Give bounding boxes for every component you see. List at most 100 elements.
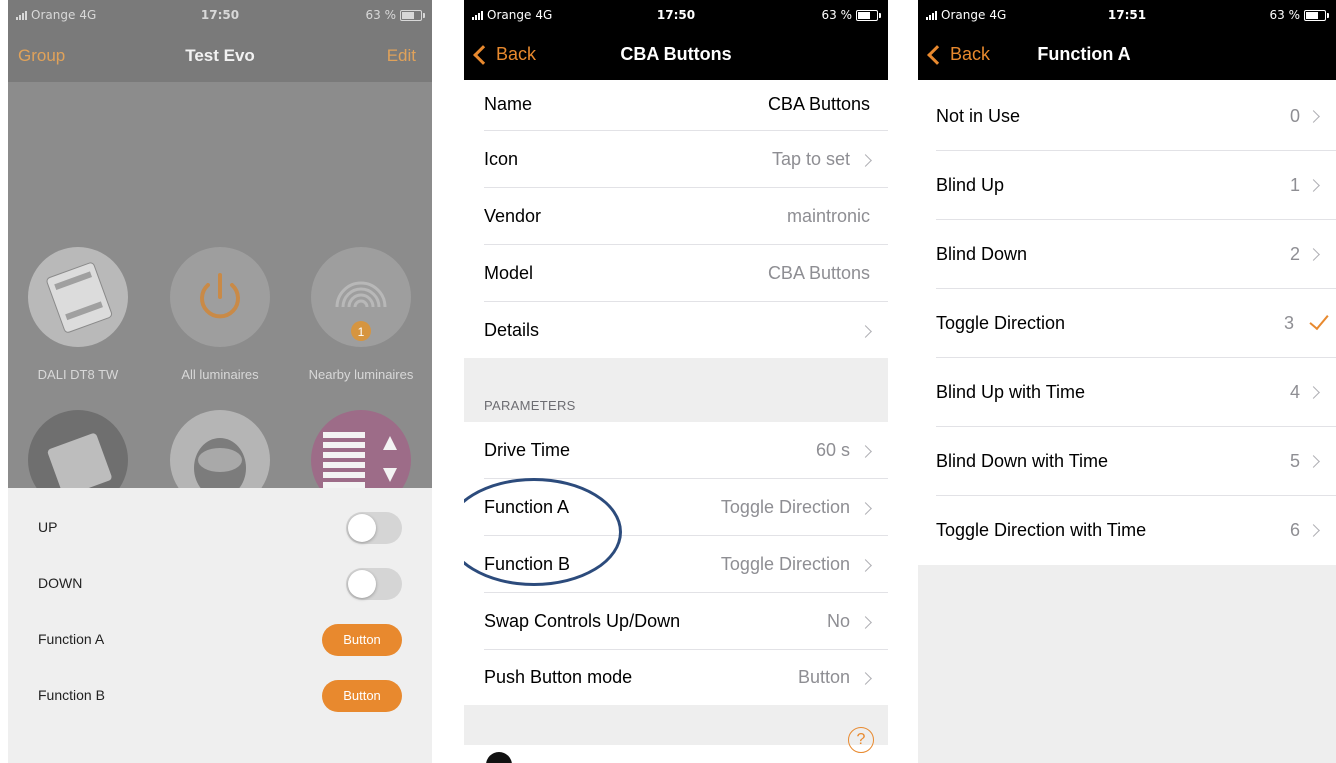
row-model: Model CBA Buttons	[464, 245, 888, 302]
swap-controls-key: Swap Controls Up/Down	[484, 611, 681, 631]
row-push-button-mode[interactable]: Push Button mode Button	[464, 650, 888, 705]
row-up-label: UP	[38, 519, 58, 535]
name-value: CBA Buttons	[767, 94, 870, 114]
group-button[interactable]: Group	[18, 46, 65, 66]
chevron-right-icon	[1307, 524, 1320, 537]
row-function-b: Function B Button	[8, 668, 432, 724]
option-row[interactable]: Blind Down 2	[918, 220, 1336, 289]
tile-dali-dt8-tw[interactable]	[28, 247, 128, 347]
option-value: 3	[1283, 313, 1294, 333]
status-bar: Orange 4G 17:50 63 %	[8, 0, 432, 32]
option-value: 2	[1289, 244, 1300, 264]
nav-bar: Function A Back	[918, 42, 1336, 72]
function-a-button[interactable]: Button	[322, 624, 402, 656]
model-key: Model	[484, 263, 534, 283]
option-label: Not in Use	[936, 106, 1021, 126]
tile-all-luminaires[interactable]	[170, 247, 270, 347]
screen-cba-buttons: Orange 4G 17:50 63 % CBA Buttons Back Na…	[464, 0, 888, 763]
option-row-selected[interactable]: Toggle Direction 3	[918, 289, 1336, 358]
nav-bar: Group Test Evo Edit	[8, 46, 432, 72]
section-band: PARAMETERS	[464, 358, 888, 422]
push-button-mode-value: Button	[797, 667, 850, 687]
dali-device-icon	[46, 262, 113, 333]
row-down-label: DOWN	[38, 575, 83, 591]
help-icon[interactable]: ?	[848, 727, 874, 753]
vendor-value: maintronic	[786, 206, 870, 226]
chevron-right-icon	[859, 672, 872, 685]
row-icon[interactable]: Icon Tap to set	[464, 131, 888, 188]
battery-percent: 63 %	[365, 8, 397, 22]
chevron-right-icon	[859, 325, 872, 338]
option-value: 6	[1289, 520, 1300, 540]
tile-label-all: All luminaires	[181, 367, 259, 382]
back-button[interactable]: Back	[472, 44, 536, 65]
edit-button[interactable]: Edit	[387, 46, 416, 66]
row-details[interactable]: Details	[464, 302, 888, 358]
chevron-right-icon	[859, 616, 872, 629]
row-function-b-label: Function B	[38, 687, 105, 703]
carrier-label: Orange	[941, 8, 986, 22]
vendor-key: Vendor	[484, 206, 542, 226]
signal-icon	[16, 10, 27, 20]
status-bar: Orange 4G 17:51 63 %	[918, 0, 1336, 32]
nearby-signal-icon: 1	[335, 281, 387, 341]
option-label: Blind Down with Time	[936, 451, 1109, 471]
function-b-value: Toggle Direction	[720, 554, 850, 574]
function-b-button[interactable]: Button	[322, 680, 402, 712]
chevron-left-icon	[927, 44, 947, 65]
carrier-label: Orange	[31, 8, 76, 22]
battery-icon	[856, 9, 881, 21]
footer-band	[464, 705, 888, 745]
row-drive-time[interactable]: Drive Time 60 s	[464, 422, 888, 479]
option-row[interactable]: Blind Down with Time 5	[918, 427, 1336, 496]
back-button[interactable]: Back	[926, 44, 990, 65]
option-row[interactable]: Not in Use 0	[918, 82, 1336, 151]
chevron-right-icon	[859, 502, 872, 515]
signal-icon	[926, 10, 937, 20]
chevron-left-icon	[473, 44, 493, 65]
option-row[interactable]: Toggle Direction with Time 6	[918, 496, 1336, 565]
chevron-right-icon	[859, 154, 872, 167]
up-toggle[interactable]	[346, 512, 402, 544]
chevron-right-icon	[1307, 179, 1320, 192]
row-function-a: Function A Button	[8, 612, 432, 668]
option-label: Toggle Direction	[936, 313, 1066, 333]
row-up: UP	[8, 500, 432, 556]
chevron-right-icon	[1307, 386, 1320, 399]
option-row[interactable]: Blind Up with Time 4	[918, 358, 1336, 427]
option-label: Blind Up	[936, 175, 1005, 195]
option-value: 0	[1289, 106, 1300, 126]
option-value: 5	[1289, 451, 1300, 471]
nav-bar: CBA Buttons Back	[464, 42, 888, 72]
down-toggle[interactable]	[346, 568, 402, 600]
nearby-badge: 1	[358, 325, 365, 339]
row-name: Name CBA Buttons	[464, 80, 888, 131]
footer-icon	[486, 752, 512, 763]
battery-icon	[400, 9, 425, 21]
luminaire-grid: 1 DALI DT8 TW All luminaires Nearby lumi…	[8, 82, 432, 510]
chevron-right-icon	[859, 445, 872, 458]
push-button-mode-key: Push Button mode	[484, 667, 633, 687]
status-bar: Orange 4G 17:50 63 %	[464, 0, 888, 32]
model-value: CBA Buttons	[767, 263, 870, 283]
swap-controls-value: No	[826, 611, 850, 631]
chevron-right-icon	[1307, 248, 1320, 261]
option-row[interactable]: Blind Up 1	[918, 151, 1336, 220]
controls-sheet: UP DOWN Function A Button Function B But…	[8, 488, 432, 763]
screen-test-evo: Orange 4G 17:50 63 % Group Test Evo Edit	[8, 0, 432, 763]
row-swap-controls[interactable]: Swap Controls Up/Down No	[464, 593, 888, 650]
option-label: Blind Up with Time	[936, 382, 1086, 402]
function-a-value: Toggle Direction	[720, 497, 850, 517]
drive-time-key: Drive Time	[484, 440, 571, 460]
carrier-label: Orange	[487, 8, 532, 22]
battery-percent: 63 %	[821, 8, 853, 22]
clock: 17:50	[200, 8, 240, 22]
chevron-right-icon	[859, 559, 872, 572]
header-area: Orange 4G 17:51 63 % Function A Back	[918, 0, 1336, 80]
checkmark-icon	[1309, 309, 1329, 331]
battery-percent: 63 %	[1269, 8, 1301, 22]
chevron-right-icon	[1307, 110, 1320, 123]
tile-nearby-luminaires[interactable]: 1	[311, 247, 411, 347]
network-label: 4G	[989, 8, 1007, 22]
icon-key: Icon	[484, 149, 519, 169]
